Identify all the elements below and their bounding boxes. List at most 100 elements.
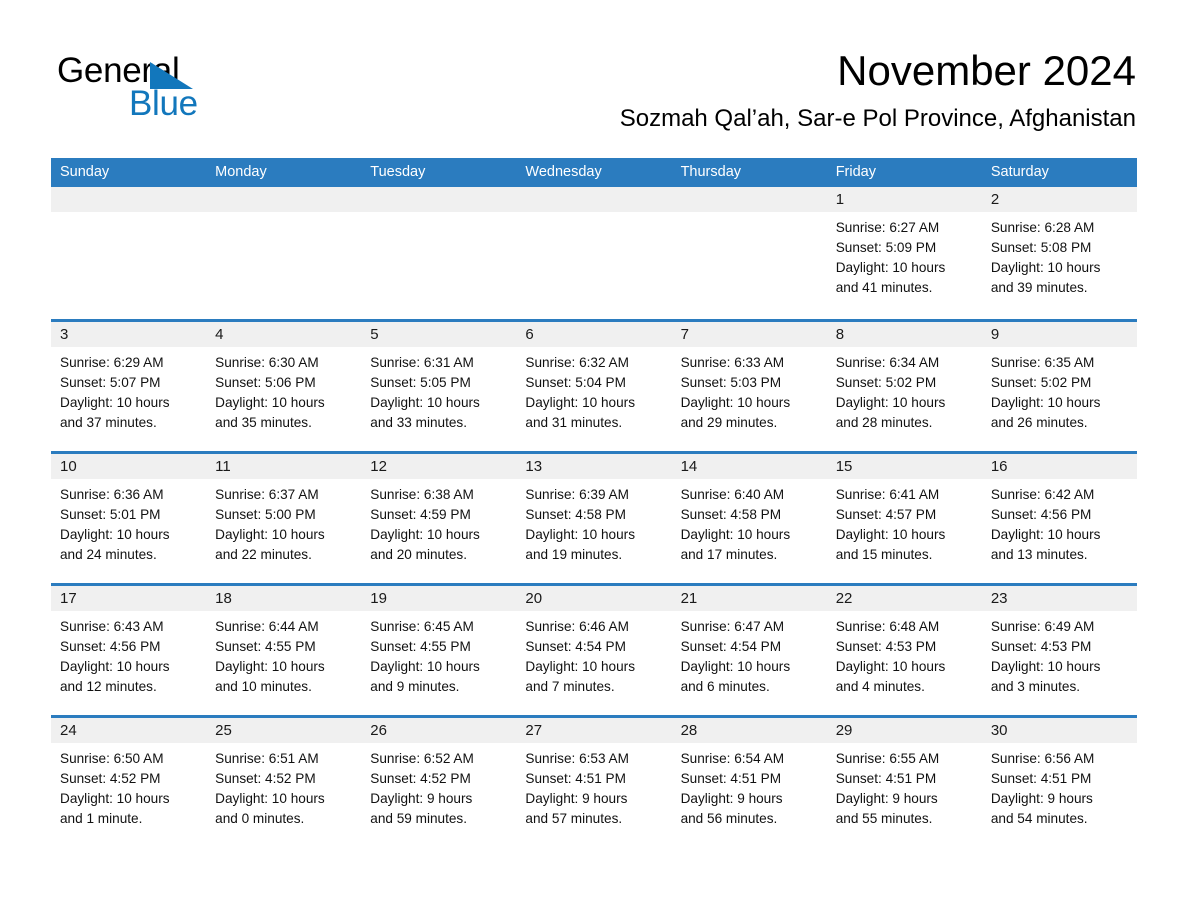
day-cell[interactable]: 15 Sunrise: 6:41 AM Sunset: 4:57 PM Dayligh… [826,454,982,583]
sunset-text: Sunset: 4:51 PM [680,771,782,786]
day-details [516,212,671,218]
week-row: 3 Sunrise: 6:29 AM Sunset: 5:07 PM Daylight… [51,319,1137,451]
sunset-text: Sunset: 5:06 PM [215,375,316,390]
title-block: November 2024 Sozmah Qal’ah, Sar-e Pol P… [620,46,1136,134]
daylight-text: Daylight: 10 hours [370,527,480,542]
sunrise-text: Sunrise: 6:38 AM [370,487,474,502]
day-cell-empty [51,187,207,319]
page-title: November 2024 [837,47,1136,94]
day-cell[interactable]: 7 Sunrise: 6:33 AM Sunset: 5:03 PM Daylight… [671,322,827,451]
calendar-page: General Blue November 2024 Sozmah Qal’ah… [0,0,1188,918]
daylight-text: Daylight: 10 hours [990,527,1101,542]
daylight-text: Daylight: 10 hours [835,260,946,275]
daylight-text: Daylight: 10 hours [680,527,791,542]
sunrise-text: Sunrise: 6:30 AM [215,355,319,370]
daylight-text: and 55 minutes. [835,811,933,826]
sunset-text: Sunset: 5:04 PM [525,375,626,390]
sunset-text: Sunset: 5:03 PM [680,375,782,390]
day-cell[interactable]: 19 Sunrise: 6:45 AM Sunset: 4:55 PM Dayligh… [361,586,517,715]
day-cell[interactable]: 6 Sunrise: 6:32 AM Sunset: 5:04 PM Daylight… [516,322,672,451]
day-cell[interactable]: 27 Sunrise: 6:53 AM Sunset: 4:51 PM Dayligh… [516,718,672,847]
day-cell[interactable]: 16 Sunrise: 6:42 AM Sunset: 4:56 PM Dayligh… [981,454,1137,583]
weekday-header-sunday: Sunday [60,164,110,180]
day-cell[interactable]: 20 Sunrise: 6:46 AM Sunset: 4:54 PM Dayligh… [516,586,672,715]
daylight-text: Daylight: 9 hours [525,791,628,806]
day-cell[interactable]: 13 Sunrise: 6:39 AM Sunset: 4:58 PM Dayligh… [516,454,672,583]
daylight-text: and 37 minutes. [60,415,157,430]
sunset-text: Sunset: 4:55 PM [215,639,316,654]
day-number: 24 [51,718,207,743]
day-cell[interactable]: 2 Sunrise: 6:28 AM Sunset: 5:08 PM Daylight… [981,187,1137,319]
day-cell[interactable]: 29 Sunrise: 6:55 AM Sunset: 4:51 PM Dayligh… [826,718,982,847]
day-cell[interactable]: 3 Sunrise: 6:29 AM Sunset: 5:07 PM Daylight… [51,322,207,451]
daylight-text: and 29 minutes. [680,415,778,430]
sunrise-text: Sunrise: 6:46 AM [525,619,629,634]
sunrise-text: Sunrise: 6:37 AM [215,487,319,502]
day-cell[interactable]: 30 Sunrise: 6:56 AM Sunset: 4:51 PM Dayligh… [981,718,1137,847]
day-details: Sunrise: 6:51 AM Sunset: 4:52 PM Daylight:… [206,743,361,829]
day-cell[interactable]: 11 Sunrise: 6:37 AM Sunset: 5:00 PM Dayligh… [206,454,362,583]
day-details: Sunrise: 6:46 AM Sunset: 4:54 PM Daylight:… [516,611,671,697]
day-cell[interactable]: 8 Sunrise: 6:34 AM Sunset: 5:02 PM Daylight… [826,322,982,451]
day-number: 3 [51,322,207,347]
day-cell[interactable]: 10 Sunrise: 6:36 AM Sunset: 5:01 PM Dayligh… [51,454,207,583]
day-cell[interactable]: 22 Sunrise: 6:48 AM Sunset: 4:53 PM Dayligh… [826,586,982,715]
day-cell[interactable]: 26 Sunrise: 6:52 AM Sunset: 4:52 PM Dayligh… [361,718,517,847]
sunset-text: Sunset: 4:53 PM [835,639,937,654]
day-number: 20 [516,586,672,611]
day-details: Sunrise: 6:28 AM Sunset: 5:08 PM Daylight:… [982,212,1137,298]
sunrise-text: Sunrise: 6:54 AM [680,751,785,766]
day-details: Sunrise: 6:33 AM Sunset: 5:03 PM Daylight:… [672,347,827,433]
day-number: 16 [981,454,1137,479]
sunset-text: Sunset: 4:52 PM [60,771,161,786]
sunset-text: Sunset: 4:55 PM [370,639,471,654]
day-number: 26 [361,718,517,743]
day-details: Sunrise: 6:29 AM Sunset: 5:07 PM Daylight:… [51,347,206,433]
day-cell[interactable]: 9 Sunrise: 6:35 AM Sunset: 5:02 PM Daylight… [981,322,1137,451]
day-cell[interactable]: 12 Sunrise: 6:38 AM Sunset: 4:59 PM Dayligh… [361,454,517,583]
weekday-header-wednesday: Wednesday [525,164,602,180]
daylight-text: Daylight: 10 hours [990,260,1101,275]
day-number: 2 [981,187,1137,212]
sunrise-text: Sunrise: 6:35 AM [990,355,1095,370]
daylight-text: and 28 minutes. [835,415,933,430]
weekday-header-saturday: Saturday [990,164,1049,180]
day-number [516,187,672,212]
daylight-text: Daylight: 10 hours [835,395,946,410]
day-details: Sunrise: 6:34 AM Sunset: 5:02 PM Daylight:… [827,347,982,433]
day-cell[interactable]: 4 Sunrise: 6:30 AM Sunset: 5:06 PM Daylight… [206,322,362,451]
day-details: Sunrise: 6:31 AM Sunset: 5:05 PM Daylight:… [361,347,516,433]
sunrise-text: Sunrise: 6:41 AM [835,487,940,502]
day-cell[interactable]: 24 Sunrise: 6:50 AM Sunset: 4:52 PM Dayligh… [51,718,207,847]
day-number: 4 [206,322,362,347]
daylight-text: Daylight: 9 hours [990,791,1093,806]
daylight-text: and 15 minutes. [835,547,933,562]
daylight-text: and 4 minutes. [835,679,925,694]
day-number: 11 [206,454,362,479]
day-number: 6 [516,322,672,347]
day-details: Sunrise: 6:27 AM Sunset: 5:09 PM Daylight:… [827,212,982,298]
day-details: Sunrise: 6:36 AM Sunset: 5:01 PM Daylight:… [51,479,206,565]
day-cell[interactable]: 28 Sunrise: 6:54 AM Sunset: 4:51 PM Dayligh… [671,718,827,847]
day-cell[interactable]: 1 Sunrise: 6:27 AM Sunset: 5:09 PM Daylight… [826,187,982,319]
day-cell[interactable]: 5 Sunrise: 6:31 AM Sunset: 5:05 PM Daylight… [361,322,517,451]
day-cell[interactable]: 18 Sunrise: 6:44 AM Sunset: 4:55 PM Dayligh… [206,586,362,715]
day-cell[interactable]: 25 Sunrise: 6:51 AM Sunset: 4:52 PM Dayligh… [206,718,362,847]
daylight-text: and 54 minutes. [990,811,1088,826]
day-number: 10 [51,454,207,479]
day-cell-empty [671,187,827,319]
day-details: Sunrise: 6:45 AM Sunset: 4:55 PM Daylight:… [361,611,516,697]
daylight-text: and 13 minutes. [990,547,1088,562]
day-cell[interactable]: 23 Sunrise: 6:49 AM Sunset: 4:53 PM Dayligh… [981,586,1137,715]
day-cell[interactable]: 21 Sunrise: 6:47 AM Sunset: 4:54 PM Dayligh… [671,586,827,715]
day-number: 18 [206,586,362,611]
general-blue-logo[interactable]: General Blue [57,52,287,123]
weekday-header-row: Sunday Monday Tuesday Wednesday Thursday Frid… [51,158,1137,187]
sunrise-text: Sunrise: 6:34 AM [835,355,940,370]
daylight-text: and 17 minutes. [680,547,778,562]
day-cell[interactable]: 14 Sunrise: 6:40 AM Sunset: 4:58 PM Dayligh… [671,454,827,583]
weekday-header-thursday: Thursday [680,164,742,180]
sunset-text: Sunset: 5:02 PM [835,375,937,390]
daylight-text: and 56 minutes. [680,811,778,826]
day-cell[interactable]: 17 Sunrise: 6:43 AM Sunset: 4:56 PM Dayligh… [51,586,207,715]
